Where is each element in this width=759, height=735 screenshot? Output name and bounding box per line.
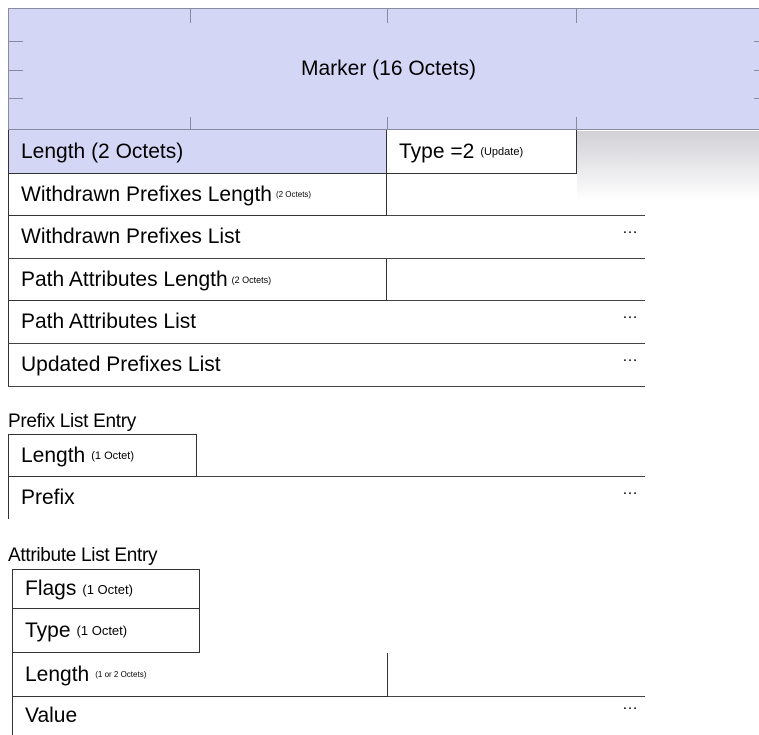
prefix-length-field: Length (1 Octet) [8,434,197,477]
updated-list-bottom-line [8,386,645,387]
marker-tick-top-1 [190,9,191,23]
withdrawn-list-ellipsis: … [622,220,639,237]
attribute-type-note: (1 Octet) [76,623,128,638]
marker-tick-bottom-1 [190,117,191,131]
length-field: Length (2 Octets) [8,130,387,174]
updated-prefixes-list-field: Updated Prefixes List [8,344,645,386]
marker-tick-top-3 [576,9,577,23]
length-field-label: Length (2 Octets) [21,139,184,163]
marker-tick-top-2 [387,9,388,23]
path-attributes-list-label: Path Attributes List [21,310,197,333]
withdrawn-prefixes-length-field: Withdrawn Prefixes Length (2 Octets) [8,174,387,216]
withdrawn-prefixes-list-field: Withdrawn Prefixes List [8,216,645,258]
path-attributes-length-label: Path Attributes Length [21,267,228,291]
path-attributes-list-field: Path Attributes List [8,301,645,343]
attribute-value-ellipsis: … [622,696,639,713]
updated-prefixes-list-label: Updated Prefixes List [21,353,221,376]
drop-shadow [577,131,759,201]
path-attributes-length-field: Path Attributes Length (2 Octets) [8,259,387,301]
marker-tick-right-1 [754,41,759,42]
attribute-type-label: Type [25,618,71,642]
attribute-list-entry-title: Attribute List Entry [8,545,158,566]
attribute-length-field: Length (1 or 2 Octets) [12,653,388,697]
attribute-type-field: Type (1 Octet) [12,609,200,653]
attribute-length-label: Length [25,662,90,686]
type-field-note: (Update) [480,145,524,158]
attribute-flags-note: (1 Octet) [82,581,133,597]
prefix-list-entry-title: Prefix List Entry [8,411,136,432]
prefix-length-label: Length [21,443,86,467]
withdrawn-prefixes-length-label: Withdrawn Prefixes Length [21,182,272,206]
marker-label: Marker (16 Octets) [300,57,477,80]
attribute-value-field: Value [12,697,645,735]
attribute-flags-field: Flags (1 Octet) [12,569,200,609]
marker-tick-right-3 [754,98,759,99]
withdrawn-prefixes-length-note: (2 Octets) [275,190,312,199]
attribute-length-note: (1 or 2 Octets) [95,670,147,679]
path-attributes-length-note: (2 Octets) [231,274,272,285]
prefix-label: Prefix [21,486,75,509]
marker-field: Marker (16 Octets) [8,8,759,131]
updated-list-ellipsis: … [622,348,639,365]
withdrawn-prefixes-list-label: Withdrawn Prefixes List [21,225,241,248]
marker-tick-left-3 [9,98,23,99]
path-list-ellipsis: … [622,305,639,322]
attribute-value-label: Value [25,704,78,727]
type-field: Type =2 (Update) [387,130,577,174]
marker-tick-bottom-3 [576,117,577,131]
type-field-label: Type =2 [399,139,475,163]
prefix-field: Prefix [8,477,645,519]
marker-tick-left-1 [9,41,23,42]
marker-tick-bottom-2 [387,117,388,131]
prefix-ellipsis: … [622,481,639,498]
attribute-flags-label: Flags [25,577,77,600]
prefix-length-note: (1 Octet) [91,449,135,462]
